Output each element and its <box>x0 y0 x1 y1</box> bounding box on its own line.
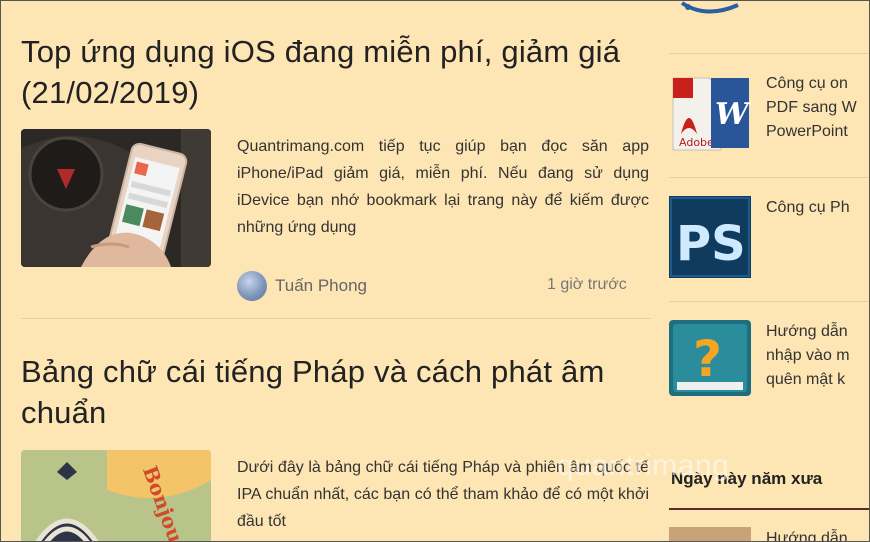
svg-text:W: W <box>715 97 751 132</box>
author-avatar <box>237 271 267 301</box>
french-beret-image: Bonjour <box>21 450 211 541</box>
sidebar-divider <box>669 177 869 178</box>
section-heading: Ngày này năm xưa <box>671 469 823 488</box>
sidebar-item-text: Công cụ Ph <box>766 199 850 216</box>
article-thumbnail[interactable] <box>21 129 211 267</box>
article-time: 1 giờ trước <box>547 276 627 293</box>
article-author[interactable]: Tuấn Phong <box>237 271 367 301</box>
article-card: Top ứng dụng iOS đang miễn phí, giảm giá… <box>21 31 651 113</box>
author-name: Tuấn Phong <box>275 276 367 295</box>
article-title[interactable]: Bảng chữ cái tiếng Pháp và cách phát âm … <box>21 351 651 433</box>
page-frame: Top ứng dụng iOS đang miễn phí, giảm giá… <box>0 0 870 542</box>
sidebar-item-text: Công cụ on PDF sang W PowerPoint <box>766 75 857 140</box>
ps-logo-text: PS <box>676 216 746 272</box>
question-mark-text: ? <box>693 330 722 388</box>
article-excerpt: Dưới đây là bảng chữ cái tiếng Pháp và p… <box>237 459 649 530</box>
sidebar-cropped-image <box>680 1 739 14</box>
article-excerpt: Quantrimang.com tiếp tục giúp bạn đọc să… <box>237 138 649 236</box>
pdf-to-word-icon: Adobe W <box>672 77 751 151</box>
photoshop-icon: PS <box>669 196 751 278</box>
sidebar-divider <box>669 301 869 302</box>
article-title[interactable]: Top ứng dụng iOS đang miễn phí, giảm giá… <box>21 31 651 113</box>
sidebar-item-text: Hướng dẫn nhập vào m quên mật k <box>766 323 850 388</box>
password-help-icon: ? <box>669 320 751 396</box>
adobe-brand-text: Adobe <box>679 136 714 149</box>
article-card: Bảng chữ cái tiếng Pháp và cách phát âm … <box>21 351 651 433</box>
article-divider <box>21 318 651 319</box>
section-heading-underline <box>669 508 869 510</box>
iphone-photo-image <box>21 129 211 267</box>
sidebar-divider <box>669 53 869 54</box>
sidebar-item-text: Hướng dẫn <box>766 530 848 542</box>
sidebar-item-thumbnail <box>669 527 751 541</box>
article-thumbnail[interactable]: Bonjour <box>21 450 211 541</box>
